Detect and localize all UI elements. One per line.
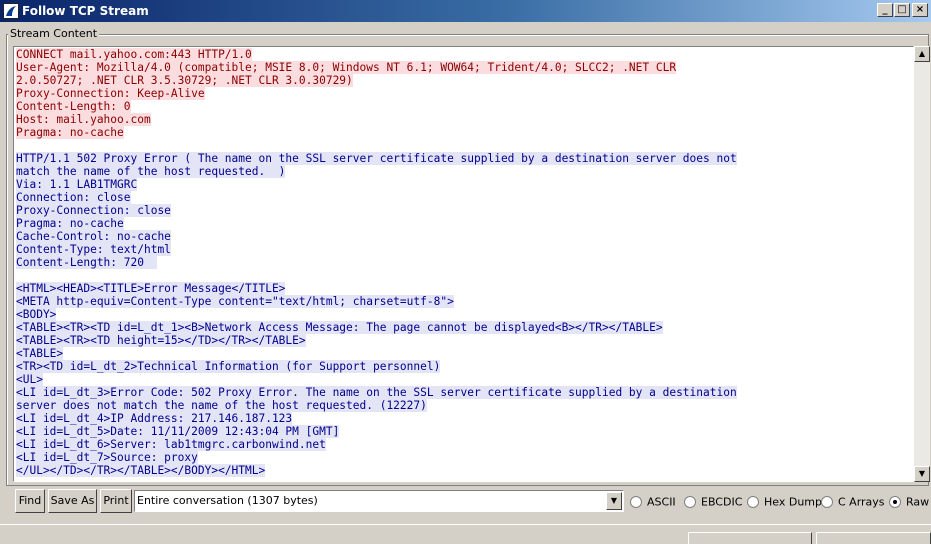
server-line: Pragma: no-cache xyxy=(16,217,913,230)
server-line: <TABLE> xyxy=(16,347,913,360)
server-line: <TABLE><TR><TD id=L_dt_1><B>Network Acce… xyxy=(16,321,913,334)
server-line: <BODY> xyxy=(16,308,913,321)
dialog-button-partial[interactable] xyxy=(688,532,812,544)
radio-icon xyxy=(684,496,696,508)
server-line: server does not match the name of the ho… xyxy=(16,399,913,412)
stream-line-text: Pragma: no-cache xyxy=(16,217,124,230)
vertical-scrollbar[interactable]: ▲ ▼ xyxy=(914,46,930,482)
stream-line-text: <LI id=L_dt_4>IP Address: 217.146.187.12… xyxy=(16,412,293,425)
scroll-down-icon[interactable]: ▼ xyxy=(914,466,930,482)
chevron-down-icon[interactable]: ▼ xyxy=(606,492,622,510)
server-line: <HTML><HEAD><TITLE>Error Message</TITLE> xyxy=(16,282,913,295)
server-line: Content-Length: 720 xyxy=(16,256,913,269)
client-line: User-Agent: Mozilla/4.0 (compatible; MSI… xyxy=(16,61,913,74)
client-line: CONNECT mail.yahoo.com:443 HTTP/1.0 xyxy=(16,48,913,61)
stream-line-text: <META http-equiv=Content-Type content="t… xyxy=(16,295,454,308)
stream-line-text: <UL> xyxy=(16,373,43,386)
stream-line-text: <LI id=L_dt_3>Error Code: 502 Proxy Erro… xyxy=(16,386,737,399)
conversation-select-value: Entire conversation (1307 bytes) xyxy=(137,494,318,507)
stream-line-text: <LI id=L_dt_6>Server: lab1tmgrc.carbonwi… xyxy=(16,438,326,451)
stream-line-text: HTTP/1.1 502 Proxy Error ( The name on t… xyxy=(16,152,737,165)
server-line: Cache-Control: no-cache xyxy=(16,230,913,243)
stream-line-text: <BODY> xyxy=(16,308,57,321)
server-line: <UL> xyxy=(16,373,913,386)
window-title: Follow TCP Stream xyxy=(22,4,149,18)
format-label: EBCDIC xyxy=(701,495,743,509)
print-button[interactable]: Print xyxy=(100,489,132,513)
stream-lines: CONNECT mail.yahoo.com:443 HTTP/1.0 User-… xyxy=(16,48,913,477)
stream-line-text: Content-Length: 720 xyxy=(16,256,158,269)
stream-line-text: Connection: close xyxy=(16,191,131,204)
server-line: HTTP/1.1 502 Proxy Error ( The name on t… xyxy=(16,152,913,165)
stream-line-text: Content-Length: 0 xyxy=(16,100,131,113)
format-radio-ebcdic[interactable]: EBCDIC xyxy=(684,495,742,509)
title-bar: Follow TCP Stream _ □ × xyxy=(0,0,931,22)
stream-line-text: Proxy-Connection: Keep-Alive xyxy=(16,87,205,100)
format-radio-hex-dump[interactable]: Hex Dump xyxy=(747,495,822,509)
stream-line-text: Pragma: no-cache xyxy=(16,126,124,139)
stream-line-text: </UL></TD></TR></TABLE></BODY></HTML> xyxy=(16,464,266,477)
server-line: Content-Type: text/html xyxy=(16,243,913,256)
format-label: Hex Dump xyxy=(764,495,822,509)
close-button[interactable]: × xyxy=(912,3,928,17)
format-radio-ascii[interactable]: ASCII xyxy=(630,495,676,509)
server-line: <TR><TD id=L_dt_2>Technical Information … xyxy=(16,360,913,373)
stream-line-text: match the name of the host requested. ) xyxy=(16,165,286,178)
conversation-select[interactable]: Entire conversation (1307 bytes) ▼ xyxy=(134,490,624,512)
server-line: <LI id=L_dt_4>IP Address: 217.146.187.12… xyxy=(16,412,913,425)
stream-line-text: <HTML><HEAD><TITLE>Error Message</TITLE> xyxy=(16,282,286,295)
minimize-button[interactable]: _ xyxy=(877,3,893,17)
radio-icon xyxy=(630,496,642,508)
stream-line-text: Cache-Control: no-cache xyxy=(16,230,171,243)
stream-line-text: <TABLE><TR><TD id=L_dt_1><B>Network Acce… xyxy=(16,321,663,334)
radio-icon xyxy=(747,496,759,508)
stream-line-text: <LI id=L_dt_7>Source: proxy xyxy=(16,451,198,464)
format-radio-c-arrays[interactable]: C Arrays xyxy=(821,495,885,509)
stream-text-area[interactable]: CONNECT mail.yahoo.com:443 HTTP/1.0 User-… xyxy=(13,46,914,482)
group-label: Stream Content xyxy=(8,27,100,40)
server-line: <LI id=L_dt_3>Error Code: 502 Proxy Erro… xyxy=(16,386,913,399)
format-label: C Arrays xyxy=(838,495,885,509)
stream-line-text: <TABLE> xyxy=(16,347,64,360)
server-line: <LI id=L_dt_5>Date: 11/11/2009 12:43:04 … xyxy=(16,425,913,438)
server-line: <LI id=L_dt_7>Source: proxy xyxy=(16,451,913,464)
radio-selected-icon xyxy=(889,496,901,508)
client-line: 2.0.50727; .NET CLR 3.5.30729; .NET CLR … xyxy=(16,74,913,87)
stream-line-text: Via: 1.1 LAB1TMGRC xyxy=(16,178,138,191)
server-line: </UL></TD></TR></TABLE></BODY></HTML> xyxy=(16,464,913,477)
stream-line-text: <TR><TD id=L_dt_2>Technical Information … xyxy=(16,360,441,373)
stream-line-text: <TABLE><TR><TD height=15></TD></TR></TAB… xyxy=(16,334,306,347)
format-label: Raw xyxy=(906,495,930,509)
stream-line-text: 2.0.50727; .NET CLR 3.5.30729; .NET CLR … xyxy=(16,74,353,87)
dialog-button-partial[interactable] xyxy=(816,532,931,544)
format-radio-raw[interactable]: Raw xyxy=(889,495,929,509)
stream-line-text: CONNECT mail.yahoo.com:443 HTTP/1.0 xyxy=(16,48,252,61)
server-line: <META http-equiv=Content-Type content="t… xyxy=(16,295,913,308)
client-line: Content-Length: 0 xyxy=(16,100,913,113)
stream-line-text: <LI id=L_dt_5>Date: 11/11/2009 12:43:04 … xyxy=(16,425,340,438)
server-line: <TABLE><TR><TD height=15></TD></TR></TAB… xyxy=(16,334,913,347)
server-line: Proxy-Connection: close xyxy=(16,204,913,217)
wireshark-fin-icon xyxy=(3,3,19,19)
server-line: <LI id=L_dt_6>Server: lab1tmgrc.carbonwi… xyxy=(16,438,913,451)
client-line: Host: mail.yahoo.com xyxy=(16,113,913,126)
stream-line-text: Proxy-Connection: close xyxy=(16,204,171,217)
client-line: Proxy-Connection: Keep-Alive xyxy=(16,87,913,100)
radio-icon xyxy=(821,496,833,508)
server-line: Connection: close xyxy=(16,191,913,204)
stream-line-text: server does not match the name of the ho… xyxy=(16,399,427,412)
stream-line-text: User-Agent: Mozilla/4.0 (compatible; MSI… xyxy=(16,61,677,74)
save-as-button[interactable]: Save As xyxy=(48,489,97,513)
format-label: ASCII xyxy=(647,495,676,509)
client-line: Pragma: no-cache xyxy=(16,126,913,139)
server-line: match the name of the host requested. ) xyxy=(16,165,913,178)
server-line: Via: 1.1 LAB1TMGRC xyxy=(16,178,913,191)
maximize-button[interactable]: □ xyxy=(894,3,910,17)
stream-line-text: Content-Type: text/html xyxy=(16,243,171,256)
scroll-up-icon[interactable]: ▲ xyxy=(914,46,930,62)
find-button[interactable]: Find xyxy=(15,489,45,513)
stream-line-text: Host: mail.yahoo.com xyxy=(16,113,151,126)
